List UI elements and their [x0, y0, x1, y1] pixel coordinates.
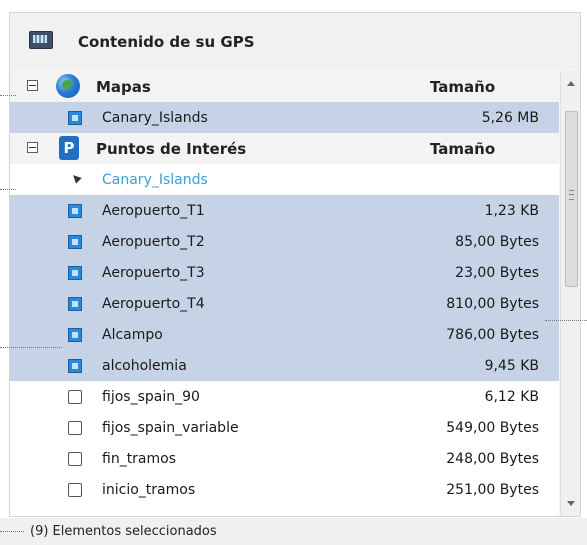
item-size: 549,00 Bytes	[446, 419, 539, 436]
collapse-icon[interactable]	[27, 142, 38, 153]
item-size: 1,23 KB	[484, 202, 539, 219]
checkbox-icon[interactable]	[68, 204, 82, 218]
subgroup-name[interactable]: Canary_Islands	[102, 172, 208, 188]
checkbox-icon[interactable]	[68, 235, 82, 249]
list-item[interactable]: fin_tramos 248,00 Bytes	[10, 443, 559, 474]
item-name: Aeropuerto_T1	[102, 202, 205, 219]
scroll-down-icon[interactable]	[567, 501, 575, 506]
status-bar: (9) Elementos seleccionados	[0, 518, 587, 545]
content-tree[interactable]: Mapas Tamaño Canary_Islands 5,26 MB P Pu…	[10, 71, 559, 516]
checkbox-icon[interactable]	[68, 266, 82, 280]
leader-line	[545, 320, 587, 321]
subgroup-row[interactable]: Canary_Islands	[10, 164, 559, 195]
size-column-header: Tamaño	[430, 139, 496, 158]
checkbox-icon[interactable]	[68, 452, 82, 466]
gps-device-icon	[29, 31, 53, 49]
item-size: 251,00 Bytes	[446, 481, 539, 498]
list-item[interactable]: Canary_Islands 5,26 MB	[10, 102, 559, 133]
list-item[interactable]: Aeropuerto_T3 23,00 Bytes	[10, 257, 559, 288]
item-size: 9,45 KB	[484, 357, 539, 374]
item-name: inicio_tramos	[102, 481, 196, 498]
item-size: 248,00 Bytes	[446, 450, 539, 467]
grip-icon	[569, 190, 574, 200]
item-size: 6,12 KB	[484, 388, 539, 405]
selection-count: (9) Elementos seleccionados	[30, 524, 217, 539]
item-name: Aeropuerto_T2	[102, 233, 205, 250]
checkbox-icon[interactable]	[68, 328, 82, 342]
checkbox-icon[interactable]	[68, 390, 82, 404]
item-size: 810,00 Bytes	[446, 295, 539, 312]
leader-line	[0, 347, 62, 348]
scroll-up-icon[interactable]	[567, 81, 575, 86]
item-name: Aeropuerto_T4	[102, 295, 205, 312]
gps-content-panel: Contenido de su GPS Mapas Tamaño Canary_…	[9, 12, 581, 517]
checkbox-icon[interactable]	[68, 421, 82, 435]
panel-title: Contenido de su GPS	[78, 33, 255, 51]
item-name: Alcampo	[102, 326, 163, 343]
item-size: 5,26 MB	[481, 109, 539, 126]
list-item[interactable]: Aeropuerto_T2 85,00 Bytes	[10, 226, 559, 257]
list-item[interactable]: fijos_spain_90 6,12 KB	[10, 381, 559, 412]
leader-line	[0, 95, 16, 96]
checkbox-icon[interactable]	[68, 483, 82, 497]
list-item[interactable]: fijos_spain_variable 549,00 Bytes	[10, 412, 559, 443]
checkbox-icon[interactable]	[68, 359, 82, 373]
leader-line	[0, 531, 24, 532]
item-name: fin_tramos	[102, 450, 177, 467]
item-name: fijos_spain_90	[102, 388, 200, 405]
panel-header: Contenido de su GPS	[10, 13, 580, 69]
group-label-poi: Puntos de Interés	[96, 139, 247, 158]
globe-icon	[56, 74, 80, 98]
list-item[interactable]: Alcampo 786,00 Bytes	[10, 319, 559, 350]
checkbox-icon[interactable]	[68, 111, 82, 125]
item-name: alcoholemia	[102, 357, 187, 374]
collapse-icon[interactable]	[27, 80, 38, 91]
vertical-scrollbar[interactable]	[560, 71, 580, 516]
list-item[interactable]: Aeropuerto_T4 810,00 Bytes	[10, 288, 559, 319]
list-item[interactable]: alcoholemia 9,45 KB	[10, 350, 559, 381]
tree-expanded-icon[interactable]	[70, 172, 82, 184]
list-item[interactable]: inicio_tramos 251,00 Bytes	[10, 474, 559, 505]
item-size: 85,00 Bytes	[455, 233, 539, 250]
item-size: 786,00 Bytes	[446, 326, 539, 343]
leader-line	[0, 189, 16, 190]
group-row-poi[interactable]: P Puntos de Interés Tamaño	[10, 133, 559, 164]
poi-icon: P	[59, 136, 79, 160]
item-name: fijos_spain_variable	[102, 419, 239, 436]
list-item[interactable]: Aeropuerto_T1 1,23 KB	[10, 195, 559, 226]
group-row-maps[interactable]: Mapas Tamaño	[10, 71, 559, 102]
item-name: Canary_Islands	[102, 109, 208, 126]
item-size: 23,00 Bytes	[455, 264, 539, 281]
size-column-header: Tamaño	[430, 77, 496, 96]
group-label-maps: Mapas	[96, 77, 151, 96]
scrollbar-thumb[interactable]	[565, 111, 578, 287]
checkbox-icon[interactable]	[68, 297, 82, 311]
item-name: Aeropuerto_T3	[102, 264, 205, 281]
